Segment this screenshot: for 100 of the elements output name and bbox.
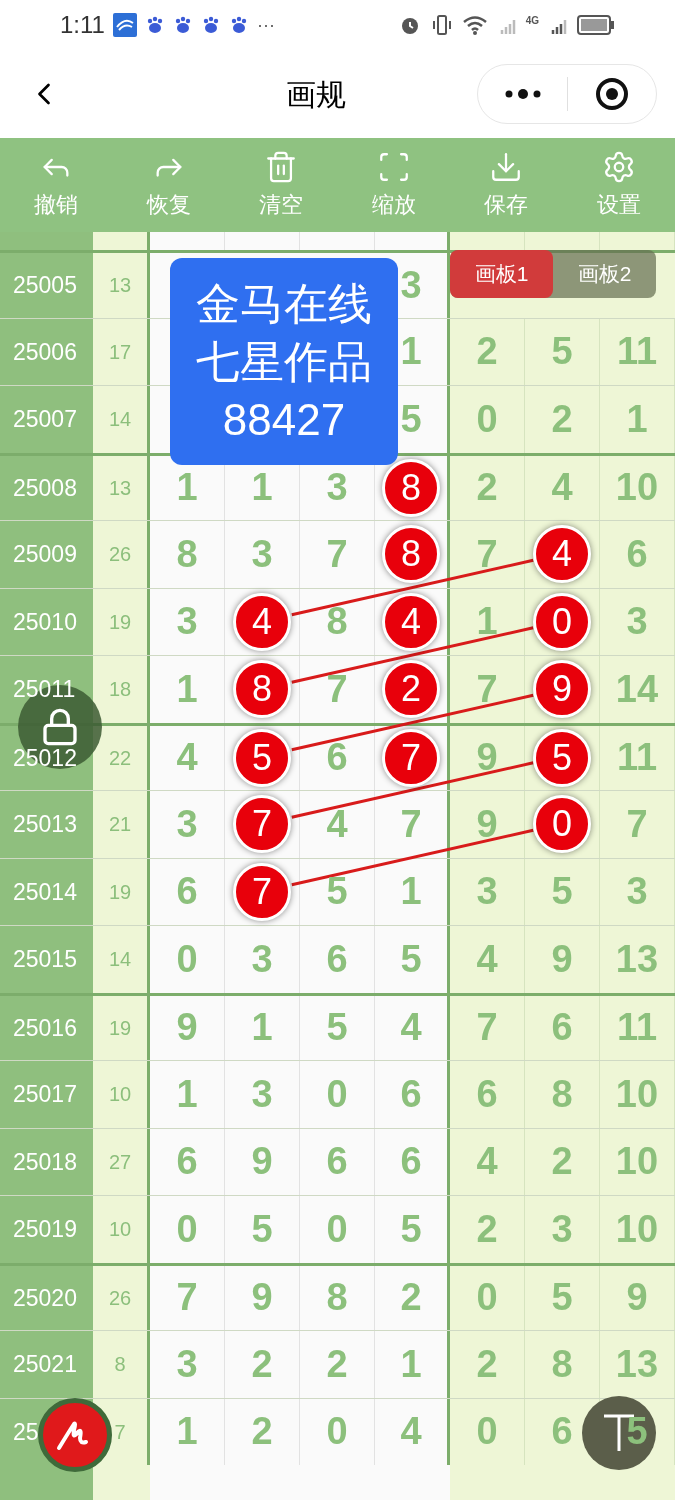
page-title: 画规	[285, 76, 346, 113]
cell-number: 11	[616, 1005, 658, 1051]
cell-number: 4	[476, 1139, 498, 1185]
cell-number: 6	[326, 1139, 348, 1185]
cell-number: 3	[176, 1341, 198, 1387]
status-time: 1:11	[60, 10, 105, 40]
cell-number: 1	[400, 329, 422, 375]
cell-number: 6	[176, 1139, 198, 1185]
cell-number: 0	[176, 1206, 198, 1252]
cell-number: 8	[176, 531, 198, 577]
cell-number: 6	[176, 869, 198, 915]
cell-number: 5	[551, 869, 573, 915]
cell-number: 6	[626, 531, 648, 577]
cell-number: 2	[476, 329, 498, 375]
cell-number: 10	[615, 1071, 659, 1117]
cell-number: 2	[476, 1341, 498, 1387]
cell-number: 5	[326, 869, 348, 915]
cell-number: 0	[476, 396, 498, 442]
cell-number: 0	[326, 1071, 348, 1117]
cell-number: 9	[626, 1275, 648, 1321]
cell-number: 5	[400, 396, 422, 442]
cell-number: 2	[476, 1206, 498, 1252]
circled-number[interactable]: 7	[233, 795, 291, 854]
cell-number: 2	[551, 1139, 573, 1185]
status-more: ···	[256, 13, 275, 37]
cell-number: 7	[326, 666, 348, 712]
cell-number: 5	[400, 1206, 422, 1252]
cell-number: 4	[176, 735, 198, 781]
circled-number[interactable]: 7	[233, 862, 291, 921]
cell-number: 10	[615, 465, 659, 511]
cell-number: 3	[176, 801, 198, 847]
cell-number: 3	[251, 531, 273, 577]
cell-number: 0	[326, 1409, 348, 1455]
network-type: 4G	[525, 14, 539, 28]
note-text: 七星作品	[196, 335, 372, 388]
cell-number: 11	[616, 735, 658, 781]
cell-number: 2	[476, 465, 498, 511]
cell-number: 1	[176, 1409, 198, 1455]
cell-number: 1	[626, 396, 648, 442]
circled-number[interactable]: 8	[233, 660, 291, 719]
cell-number: 3	[626, 869, 648, 915]
cell-number: 11	[616, 329, 658, 375]
cell-number: 0	[476, 1275, 498, 1321]
circled-number[interactable]: 8	[382, 525, 440, 584]
board-tab[interactable]: 画板2	[553, 250, 656, 298]
cell-number: 5	[551, 1275, 573, 1321]
circled-number[interactable]: 2	[382, 660, 440, 719]
cell-number: 4	[476, 936, 498, 982]
cell-number: 6	[326, 936, 348, 982]
circled-number[interactable]: 7	[382, 728, 440, 787]
cell-number: 9	[476, 801, 498, 847]
cell-number: 7	[476, 531, 498, 577]
cell-number: 10	[615, 1206, 659, 1252]
cell-number: 6	[400, 1139, 422, 1185]
cell-number: 7	[476, 1005, 498, 1051]
cell-number: 5	[551, 329, 573, 375]
cell-number: 7	[476, 666, 498, 712]
cell-number: 2	[326, 1341, 348, 1387]
cell-number: 1	[476, 599, 498, 645]
cell-number: 3	[251, 936, 273, 982]
circled-number[interactable]: 8	[382, 458, 440, 517]
cell-number: 7	[626, 801, 648, 847]
cell-number: 9	[551, 936, 573, 982]
cell-number: 0	[326, 1206, 348, 1252]
cell-number: 8	[551, 1341, 573, 1387]
cell-number: 8	[326, 1275, 348, 1321]
circled-number[interactable]: 5	[533, 728, 591, 787]
cell-number: 6	[326, 735, 348, 781]
cell-number: 1	[176, 465, 198, 511]
cell-number: 3	[476, 869, 498, 915]
cell-number: 2	[251, 1341, 273, 1387]
cell-number: 14	[615, 666, 659, 712]
cell-number: 13	[615, 1341, 659, 1387]
cell-number: 1	[251, 1005, 273, 1051]
circled-number[interactable]: 9	[533, 660, 591, 719]
cell-number: 6	[476, 1071, 498, 1117]
cell-number: 1	[176, 666, 198, 712]
circled-number[interactable]: 4	[233, 592, 291, 651]
circled-number[interactable]: 4	[533, 525, 591, 584]
note-text: 金马在线	[196, 277, 372, 330]
cell-number: 9	[176, 1005, 198, 1051]
cell-number: 1	[400, 869, 422, 915]
cell-number: 5	[400, 936, 422, 982]
cell-number: 7	[400, 801, 422, 847]
cell-number: 4	[400, 1005, 422, 1051]
cell-number: 1	[400, 1341, 422, 1387]
circled-number[interactable]: 0	[533, 795, 591, 854]
cell-number: 8	[551, 1071, 573, 1117]
circled-number[interactable]: 4	[382, 592, 440, 651]
cell-number: 2	[251, 1409, 273, 1455]
circled-number[interactable]: 5	[233, 728, 291, 787]
cell-number: 1	[176, 1071, 198, 1117]
cell-number: 3	[176, 599, 198, 645]
cell-number: 3	[551, 1206, 573, 1252]
cell-number: 2	[551, 396, 573, 442]
circled-number[interactable]: 0	[533, 592, 591, 651]
board-tab[interactable]: 画板1	[450, 250, 553, 298]
cell-number: 3	[400, 262, 422, 308]
cell-number: 7	[176, 1275, 198, 1321]
cell-number: 4	[551, 465, 573, 511]
